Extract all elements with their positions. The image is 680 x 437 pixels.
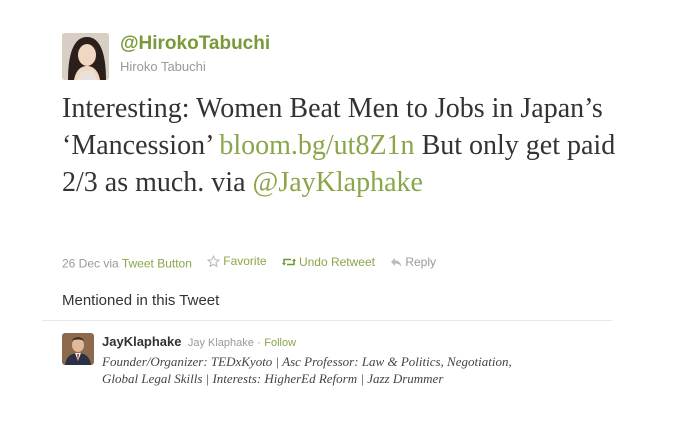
- separator-dot: ·: [257, 337, 261, 349]
- reply-label[interactable]: Reply: [405, 255, 436, 269]
- mentioned-user-avatar[interactable]: [62, 333, 94, 365]
- undo-retweet-label[interactable]: Undo Retweet: [299, 255, 375, 269]
- tweet-text: Interesting: Women Beat Men to Jobs in J…: [62, 90, 622, 201]
- divider: [42, 320, 612, 321]
- author-full-name: Hiroko Tabuchi: [120, 59, 206, 74]
- tweet-mention-link[interactable]: @JayKlaphake: [253, 167, 423, 198]
- tweet-meta: 26 Dec via Tweet Button Favorite Undo Re…: [62, 254, 622, 271]
- retweet-icon: [281, 258, 296, 265]
- mentioned-user-bio: Founder/Organizer: TEDxKyoto | Asc Profe…: [102, 354, 512, 386]
- author-avatar[interactable]: [62, 33, 109, 80]
- mentioned-user-full-name: Jay Klaphake: [187, 337, 254, 349]
- reply-icon: [391, 257, 402, 267]
- star-icon: [207, 254, 221, 267]
- mentioned-user-screen-name[interactable]: JayKlaphake: [102, 334, 182, 349]
- mentioned-user-header: JayKlaphake Jay Klaphake · Follow: [102, 334, 296, 349]
- mentioned-heading: Mentioned in this Tweet: [62, 292, 220, 309]
- author-screen-name[interactable]: @HirokoTabuchi: [120, 33, 270, 55]
- favorite-label[interactable]: Favorite: [223, 254, 266, 268]
- undo-retweet-action[interactable]: Undo Retweet: [281, 255, 375, 269]
- via-label: via: [103, 256, 119, 271]
- favorite-action[interactable]: Favorite: [207, 254, 267, 268]
- follow-link[interactable]: Follow: [264, 337, 296, 349]
- tweet-link[interactable]: bloom.bg/ut8Z1n: [219, 130, 414, 161]
- tweet-date[interactable]: 26 Dec: [62, 257, 100, 271]
- tweet-source-link[interactable]: Tweet Button: [122, 257, 192, 271]
- reply-action[interactable]: Reply: [390, 255, 436, 269]
